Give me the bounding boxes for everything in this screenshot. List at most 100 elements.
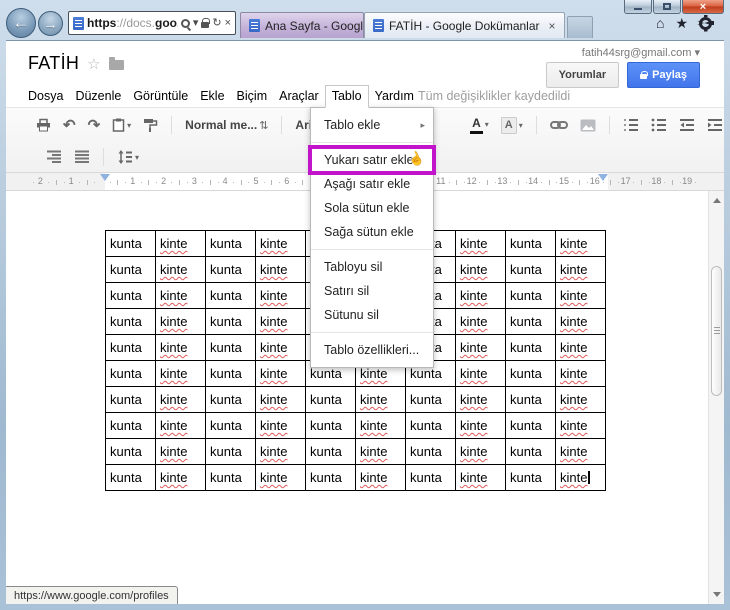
table-cell[interactable]: kinte: [555, 282, 606, 309]
new-tab-button[interactable]: [566, 16, 593, 38]
vertical-scrollbar[interactable]: [708, 191, 724, 604]
table-cell[interactable]: kinte: [255, 438, 306, 465]
table-cell[interactable]: kinte: [455, 230, 506, 257]
table-cell[interactable]: kunta: [305, 386, 356, 413]
table-cell[interactable]: kunta: [305, 464, 356, 491]
table-cell[interactable]: kinte: [455, 282, 506, 309]
maximize-button[interactable]: [653, 0, 681, 14]
table-menu-item[interactable]: Sağa sütun ekle: [311, 220, 433, 244]
table-cell[interactable]: kunta: [505, 464, 556, 491]
table-cell[interactable]: kinte: [455, 464, 506, 491]
table-cell[interactable]: kinte: [555, 334, 606, 361]
table-cell[interactable]: kunta: [505, 334, 556, 361]
table-cell[interactable]: kinte: [155, 412, 206, 439]
table-cell[interactable]: kunta: [205, 282, 256, 309]
search-icon[interactable]: [180, 18, 190, 28]
table-cell[interactable]: kunta: [505, 412, 556, 439]
table-cell[interactable]: kinte: [555, 412, 606, 439]
left-indent-marker[interactable]: [100, 174, 110, 181]
justify-button[interactable]: [70, 147, 94, 167]
table-cell[interactable]: kunta: [305, 412, 356, 439]
home-icon[interactable]: ⌂: [656, 16, 664, 30]
folder-icon[interactable]: [108, 56, 124, 70]
table-cell[interactable]: kinte: [555, 464, 606, 491]
table-cell[interactable]: kinte: [155, 256, 206, 283]
web-clipboard-button[interactable]: ▾: [108, 115, 135, 135]
line-spacing-button[interactable]: ▾: [113, 147, 143, 167]
address-bar[interactable]: https://docs.goo... ▾ ↻ ×: [68, 11, 236, 35]
table-cell[interactable]: kinte: [255, 386, 306, 413]
table-cell[interactable]: kinte: [455, 308, 506, 335]
table-cell[interactable]: kinte: [155, 308, 206, 335]
table-cell[interactable]: kinte: [555, 386, 606, 413]
table-cell[interactable]: kinte: [155, 230, 206, 257]
table-menu-item[interactable]: Sola sütun ekle: [311, 196, 433, 220]
table-cell[interactable]: kinte: [455, 334, 506, 361]
table-cell[interactable]: kunta: [205, 412, 256, 439]
table-cell[interactable]: kinte: [155, 464, 206, 491]
table-cell[interactable]: kunta: [405, 438, 456, 465]
increase-indent-button[interactable]: [703, 115, 727, 135]
table-menu-item[interactable]: Aşağı satır ekle: [311, 172, 433, 196]
table-cell[interactable]: kinte: [155, 282, 206, 309]
table-menu-item[interactable]: Tabloyu sil: [311, 255, 433, 279]
table-cell[interactable]: kinte: [255, 230, 306, 257]
table-cell[interactable]: kunta: [105, 256, 156, 283]
share-button[interactable]: Paylaş: [627, 62, 700, 88]
scroll-up-button[interactable]: [710, 193, 723, 208]
redo-button[interactable]: ↷: [84, 115, 105, 136]
table-menu-item[interactable]: Tablo ekle ▸: [311, 113, 433, 137]
table-cell[interactable]: kunta: [505, 230, 556, 257]
styles-dropdown[interactable]: Normal me... ⇅: [181, 115, 272, 135]
table-cell[interactable]: kunta: [105, 230, 156, 257]
gear-icon[interactable]: [699, 16, 712, 30]
table-cell[interactable]: kinte: [255, 334, 306, 361]
table-cell[interactable]: kunta: [405, 386, 456, 413]
table-cell[interactable]: kinte: [155, 386, 206, 413]
table-cell[interactable]: kunta: [505, 360, 556, 387]
favorites-star-icon[interactable]: ★: [675, 16, 688, 30]
table-cell[interactable]: kinte: [255, 282, 306, 309]
scrollbar-thumb[interactable]: [711, 266, 722, 396]
back-button[interactable]: ←: [6, 8, 36, 38]
table-cell[interactable]: kunta: [105, 308, 156, 335]
table-cell[interactable]: kunta: [105, 412, 156, 439]
table-cell[interactable]: kunta: [405, 464, 456, 491]
table-cell[interactable]: kinte: [255, 412, 306, 439]
refresh-icon[interactable]: ↻: [212, 17, 221, 29]
menu-görüntüle[interactable]: Görüntüle: [127, 86, 194, 106]
table-cell[interactable]: kinte: [455, 360, 506, 387]
forward-button[interactable]: →: [38, 11, 63, 36]
text-color-button[interactable]: A ▾: [466, 113, 493, 136]
table-cell[interactable]: kinte: [555, 256, 606, 283]
menu-düzenle[interactable]: Düzenle: [69, 86, 127, 106]
stop-icon[interactable]: ×: [225, 17, 231, 29]
table-cell[interactable]: kunta: [105, 386, 156, 413]
table-cell[interactable]: kinte: [555, 438, 606, 465]
table-cell[interactable]: kunta: [505, 438, 556, 465]
insert-link-button[interactable]: [546, 116, 572, 134]
table-cell[interactable]: kunta: [405, 412, 456, 439]
table-cell[interactable]: kinte: [555, 360, 606, 387]
tab-ana-sayfa[interactable]: Ana Sayfa - Google Dokümanlar: [240, 12, 364, 38]
tab-fatih[interactable]: FATİH - Google Dokümanlar ×: [364, 12, 565, 38]
table-cell[interactable]: kunta: [105, 360, 156, 387]
table-cell[interactable]: kinte: [355, 412, 406, 439]
table-cell[interactable]: kunta: [505, 256, 556, 283]
table-cell[interactable]: kinte: [355, 438, 406, 465]
menu-ekle[interactable]: Ekle: [194, 86, 230, 106]
undo-button[interactable]: ↶: [59, 115, 80, 136]
minimize-button[interactable]: [624, 0, 652, 14]
table-cell[interactable]: kinte: [555, 230, 606, 257]
numbered-list-button[interactable]: [619, 115, 643, 135]
decrease-indent-button[interactable]: [675, 115, 699, 135]
table-cell[interactable]: kunta: [205, 230, 256, 257]
paint-format-button[interactable]: [139, 115, 162, 135]
table-cell[interactable]: kinte: [255, 256, 306, 283]
table-cell[interactable]: kunta: [505, 308, 556, 335]
table-cell[interactable]: kinte: [155, 438, 206, 465]
table-cell[interactable]: kinte: [455, 256, 506, 283]
print-button[interactable]: [32, 115, 55, 135]
highlight-color-button[interactable]: A ▾: [497, 114, 527, 137]
table-cell[interactable]: kinte: [155, 334, 206, 361]
